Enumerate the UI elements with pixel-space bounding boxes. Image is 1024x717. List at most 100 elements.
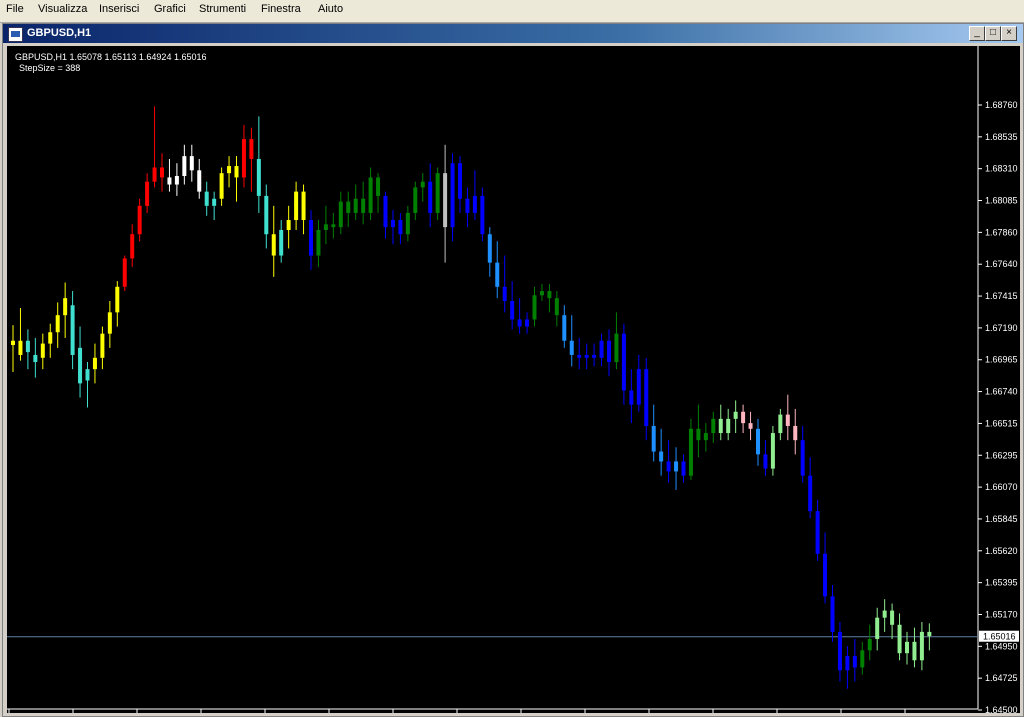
price-bar-body — [584, 354, 589, 358]
price-bar-body — [204, 191, 209, 206]
price-bar-body — [405, 212, 410, 235]
price-bar-body — [912, 641, 917, 661]
price-bar-body — [770, 433, 775, 469]
time-tick-label: 18 Nov 16:00 — [523, 712, 577, 713]
price-bar-body — [256, 158, 261, 196]
price-bar-body — [219, 173, 224, 199]
price-bar-body — [368, 177, 373, 213]
menu-visualizza[interactable]: Visualizza — [38, 3, 87, 15]
price-bar-body — [472, 195, 477, 213]
menu-bar: File Visualizza Inserisci Grafici Strume… — [0, 0, 1024, 23]
price-bar-body — [800, 440, 805, 476]
price-bar-body — [63, 298, 68, 316]
price-tick-label: 1.67640 — [985, 259, 1018, 269]
price-bar-body — [286, 220, 291, 230]
price-bar-body — [860, 650, 865, 668]
price-bar-body — [383, 195, 388, 228]
price-bar-body — [92, 357, 97, 370]
price-bar-body — [48, 332, 53, 344]
menu-file[interactable]: File — [6, 3, 24, 15]
price-bar-body — [309, 220, 313, 256]
price-chart[interactable]: 1.68760 1.68535 1.68310 1.68085 1.67860 1.676… — [7, 46, 1020, 713]
price-bar-body — [435, 173, 440, 213]
price-bar-body — [152, 167, 157, 182]
menu-inserisci[interactable]: Inserisci — [99, 3, 139, 15]
chart-area[interactable]: 1.68760 1.68535 1.68310 1.68085 1.67860 1.676… — [7, 46, 1020, 713]
price-bar-body — [458, 163, 462, 199]
chart-window-icon — [8, 27, 23, 42]
price-bar-body — [271, 234, 276, 256]
price-bar-body — [823, 553, 828, 597]
window-titlebar[interactable]: GBPUSD,H1 _ □ × — [3, 24, 1023, 43]
price-tick-label: 1.65395 — [985, 578, 1018, 588]
price-bar-body — [651, 425, 656, 452]
price-bar-body — [830, 596, 835, 632]
price-tick-label: 1.65170 — [985, 609, 1018, 619]
price-bar-body — [115, 286, 120, 313]
price-bar-body — [875, 617, 880, 639]
price-bar-body — [465, 198, 470, 213]
price-bar-body — [510, 300, 515, 320]
menu-grafici[interactable]: Grafici — [154, 3, 186, 15]
price-bar-body — [420, 181, 425, 188]
price-bar-body — [681, 461, 686, 476]
price-bar-body — [905, 641, 909, 654]
price-tick-label: 1.65620 — [985, 546, 1018, 556]
time-tick-label: 19 Nov 08:00 — [651, 712, 705, 713]
price-bar-body — [487, 234, 492, 263]
price-bar-body — [525, 319, 530, 327]
price-tick-label: 1.65845 — [985, 514, 1018, 524]
price-bar-body — [562, 315, 567, 341]
price-tick-label: 1.66515 — [985, 418, 1018, 428]
price-bar-body — [793, 425, 798, 441]
price-bar-body — [241, 139, 246, 178]
price-bar-body — [413, 187, 418, 213]
price-bar-body — [11, 340, 15, 346]
symbol-info: GBPUSD,H1 1.65078 1.65113 1.64924 1.6501… — [15, 52, 206, 62]
restore-button[interactable]: □ — [985, 26, 1001, 41]
price-bar-body — [897, 624, 902, 654]
price-bar-body — [107, 312, 112, 334]
price-bar-body — [390, 220, 395, 228]
time-tick-label: 17 Nov 08:00 — [267, 712, 321, 713]
price-bar-body — [778, 414, 783, 434]
price-tick-label: 1.67190 — [985, 323, 1018, 333]
menu-aiuto[interactable]: Aiuto — [318, 3, 343, 15]
price-bar-body — [323, 224, 328, 230]
price-bar-body — [927, 631, 932, 637]
price-bar-body — [361, 198, 366, 213]
price-bar-body — [301, 191, 306, 221]
menu-strumenti[interactable]: Strumenti — [199, 3, 246, 15]
close-button[interactable]: × — [1001, 26, 1017, 41]
price-tick-label: 1.64500 — [985, 705, 1018, 713]
current-price-label: 1.65016 — [983, 632, 1016, 642]
minimize-button[interactable]: _ — [969, 26, 985, 41]
price-bar-body — [703, 433, 708, 441]
menu-finestra[interactable]: Finestra — [261, 3, 301, 15]
price-bar-body — [621, 333, 626, 391]
time-tick-label: 20 Nov 00:00 — [779, 712, 833, 713]
time-tick-label: 17 Nov 16:00 — [331, 712, 385, 713]
time-tick-label: 16 Nov 08:00 — [75, 712, 129, 713]
price-tick-label: 1.66295 — [985, 450, 1018, 460]
price-tick-label: 1.66740 — [985, 387, 1018, 397]
price-bar-body — [70, 305, 75, 355]
price-tick-label: 1.68535 — [985, 132, 1018, 142]
price-bar-body — [227, 166, 232, 174]
price-bar-body — [495, 262, 500, 287]
price-bar-body — [539, 291, 544, 296]
price-bar-body — [85, 369, 90, 381]
price-bar-body — [808, 475, 813, 512]
price-bar-body — [867, 638, 872, 651]
price-tick-label: 1.64725 — [985, 673, 1018, 683]
price-bar-body — [629, 390, 634, 405]
price-bar-body — [249, 139, 254, 159]
price-bar-body — [674, 461, 679, 472]
price-bar-body — [577, 354, 582, 358]
price-bar-body — [338, 201, 343, 228]
price-bar-body — [592, 354, 597, 358]
price-tick-label: 1.68310 — [985, 164, 1018, 174]
price-bar-body — [294, 191, 299, 221]
price-bar-body — [718, 418, 723, 434]
price-bar-body — [212, 198, 217, 206]
